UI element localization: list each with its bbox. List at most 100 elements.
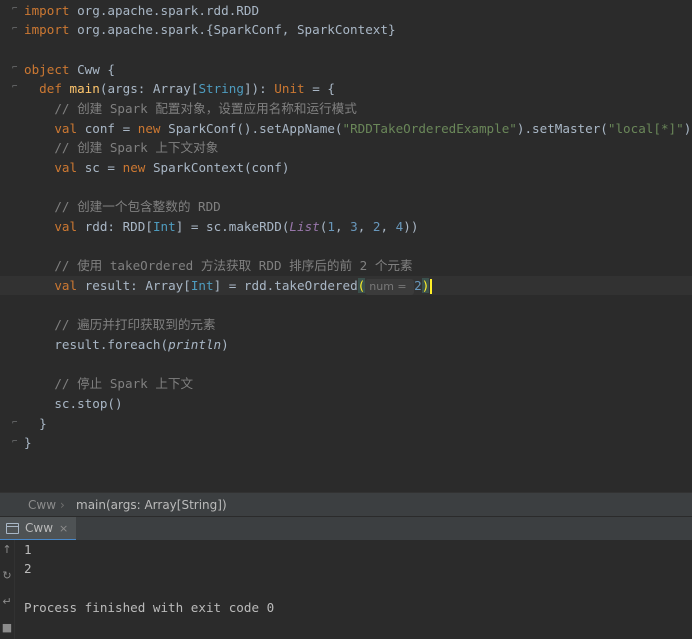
code-line[interactable]: sc.stop() xyxy=(0,394,692,413)
code-line[interactable]: object Cww { xyxy=(0,60,692,79)
console-line: 1 xyxy=(24,542,32,557)
code-token: 2 xyxy=(414,278,422,293)
code-text: } xyxy=(24,414,47,433)
code-token: SparkConf().setAppName( xyxy=(168,121,343,136)
breadcrumb-separator: › xyxy=(60,498,65,512)
stop-icon[interactable]: ■ xyxy=(1,622,13,634)
breadcrumb: Cww › main(args: Array[String]) xyxy=(0,492,692,517)
code-line[interactable]: val conf = new SparkConf().setAppName("R… xyxy=(0,119,692,138)
code-line[interactable]: val rdd: RDD[Int] = sc.makeRDD(List(1, 3… xyxy=(0,217,692,236)
code-token: ).setMaster( xyxy=(516,121,608,136)
code-line[interactable] xyxy=(0,296,692,315)
code-text: } xyxy=(24,433,32,452)
code-line[interactable]: } xyxy=(0,414,692,433)
code-text: // 创建 Spark 配置对象，设置应用名称和运行模式 xyxy=(24,99,357,118)
code-text: val rdd: RDD[Int] = sc.makeRDD(List(1, 3… xyxy=(24,217,418,236)
code-token: (args: Array[ xyxy=(99,81,199,96)
scroll-up-icon[interactable]: ↑ xyxy=(1,544,13,556)
code-token: sc = xyxy=(84,160,123,175)
code-text: result.foreach(println) xyxy=(24,335,229,354)
text-caret xyxy=(430,279,433,294)
code-token: ( xyxy=(357,278,366,293)
code-line[interactable]: // 遍历并打印获取到的元素 xyxy=(0,315,692,334)
code-token: // 创建 Spark 配置对象，设置应用名称和运行模式 xyxy=(24,101,357,116)
code-token: ) xyxy=(221,337,229,352)
code-token: Int xyxy=(152,219,176,234)
code-line[interactable] xyxy=(0,178,692,197)
code-text: // 停止 Spark 上下文 xyxy=(24,374,193,393)
parameter-hint: num = xyxy=(365,279,415,295)
close-icon[interactable]: × xyxy=(59,522,68,535)
code-line[interactable] xyxy=(0,40,692,59)
code-token: println xyxy=(168,337,222,352)
code-token: Unit xyxy=(274,81,305,96)
code-token: Int xyxy=(190,278,214,293)
code-token: val xyxy=(54,121,85,136)
code-token: = { xyxy=(304,81,335,96)
code-token: ) xyxy=(683,121,692,136)
code-token: rdd: RDD[ xyxy=(84,219,153,234)
breadcrumb-method[interactable]: main(args: Array[String]) xyxy=(76,493,227,517)
code-token: // 创建一个包含整数的 RDD xyxy=(24,199,221,214)
code-token: ] = sc.makeRDD( xyxy=(175,219,290,234)
run-console[interactable]: ↑ ↻ ↵ ■ 1 2 Process finished with exit c… xyxy=(0,540,692,639)
breadcrumb-object[interactable]: Cww xyxy=(28,493,56,517)
code-line[interactable]: // 创建一个包含整数的 RDD xyxy=(0,197,692,216)
code-text: val result: Array[Int] = rdd.takeOrdered… xyxy=(24,276,433,295)
code-line[interactable]: import org.apache.spark.rdd.RDD xyxy=(0,1,692,20)
code-token: , xyxy=(380,219,396,234)
restart-icon[interactable]: ↻ xyxy=(1,570,13,582)
code-line[interactable]: // 使用 takeOrdered 方法获取 RDD 排序后的前 2 个元素 xyxy=(0,256,692,275)
wrap-icon[interactable]: ↵ xyxy=(1,596,13,608)
code-line[interactable]: // 停止 Spark 上下文 xyxy=(0,374,692,393)
code-line[interactable]: result.foreach(println) xyxy=(0,335,692,354)
console-line: Process finished with exit code 0 xyxy=(24,600,275,615)
code-token: org.apache.spark.{SparkConf, SparkContex… xyxy=(77,22,396,37)
code-token: // 使用 takeOrdered 方法获取 RDD 排序后的前 2 个元素 xyxy=(24,258,413,273)
run-tab-label: Cww xyxy=(25,521,54,535)
code-token: // 遍历并打印获取到的元素 xyxy=(24,317,216,332)
code-token: ) xyxy=(421,278,430,293)
code-line[interactable]: val result: Array[Int] = rdd.takeOrdered… xyxy=(0,276,692,295)
code-line[interactable]: val sc = new SparkContext(conf) xyxy=(0,158,692,177)
code-text: // 使用 takeOrdered 方法获取 RDD 排序后的前 2 个元素 xyxy=(24,256,413,275)
code-token: "local[*]" xyxy=(607,121,684,136)
code-token: new xyxy=(137,121,169,136)
code-text: val conf = new SparkConf().setAppName("R… xyxy=(24,119,691,138)
console-icon xyxy=(6,522,19,534)
code-token: val xyxy=(54,278,85,293)
code-text: // 创建 Spark 上下文对象 xyxy=(24,138,218,157)
code-token: 3 xyxy=(350,219,358,234)
code-token: new xyxy=(122,160,153,175)
run-tab-cww[interactable]: Cww × xyxy=(0,517,77,541)
code-token: "RDDTakeOrderedExample" xyxy=(342,121,517,136)
code-line[interactable]: // 创建 Spark 上下文对象 xyxy=(0,138,692,157)
code-token: object xyxy=(24,62,78,77)
code-token: result: Array[ xyxy=(84,278,191,293)
code-line[interactable]: def main(args: Array[String]): Unit = { xyxy=(0,79,692,98)
code-line[interactable]: import org.apache.spark.{SparkConf, Spar… xyxy=(0,20,692,39)
code-token: def xyxy=(39,81,70,96)
code-token: 1 xyxy=(327,219,335,234)
code-token: // 停止 Spark 上下文 xyxy=(24,376,194,391)
code-line[interactable]: // 创建 Spark 配置对象，设置应用名称和运行模式 xyxy=(0,99,692,118)
code-token: conf = xyxy=(84,121,138,136)
code-token: val xyxy=(54,160,85,175)
code-token: sc.stop() xyxy=(24,396,123,411)
code-token: import xyxy=(24,22,78,37)
code-token: // 创建 Spark 上下文对象 xyxy=(24,140,219,155)
console-line: 2 xyxy=(24,561,32,576)
code-line[interactable] xyxy=(0,355,692,374)
code-token: result.foreach( xyxy=(24,337,169,352)
code-token: } xyxy=(24,416,47,431)
code-token: ]): xyxy=(243,81,275,96)
code-token: } xyxy=(24,435,32,450)
code-line[interactable]: } xyxy=(0,433,692,452)
code-editor[interactable]: ⌐ ⌐ ⌐ ⌐ ⌐ ⌐ import org.apache.spark.rdd.… xyxy=(0,0,692,492)
code-token: String xyxy=(198,81,244,96)
code-token: org.apache.spark.rdd.RDD xyxy=(77,3,260,18)
code-line[interactable] xyxy=(0,237,692,256)
